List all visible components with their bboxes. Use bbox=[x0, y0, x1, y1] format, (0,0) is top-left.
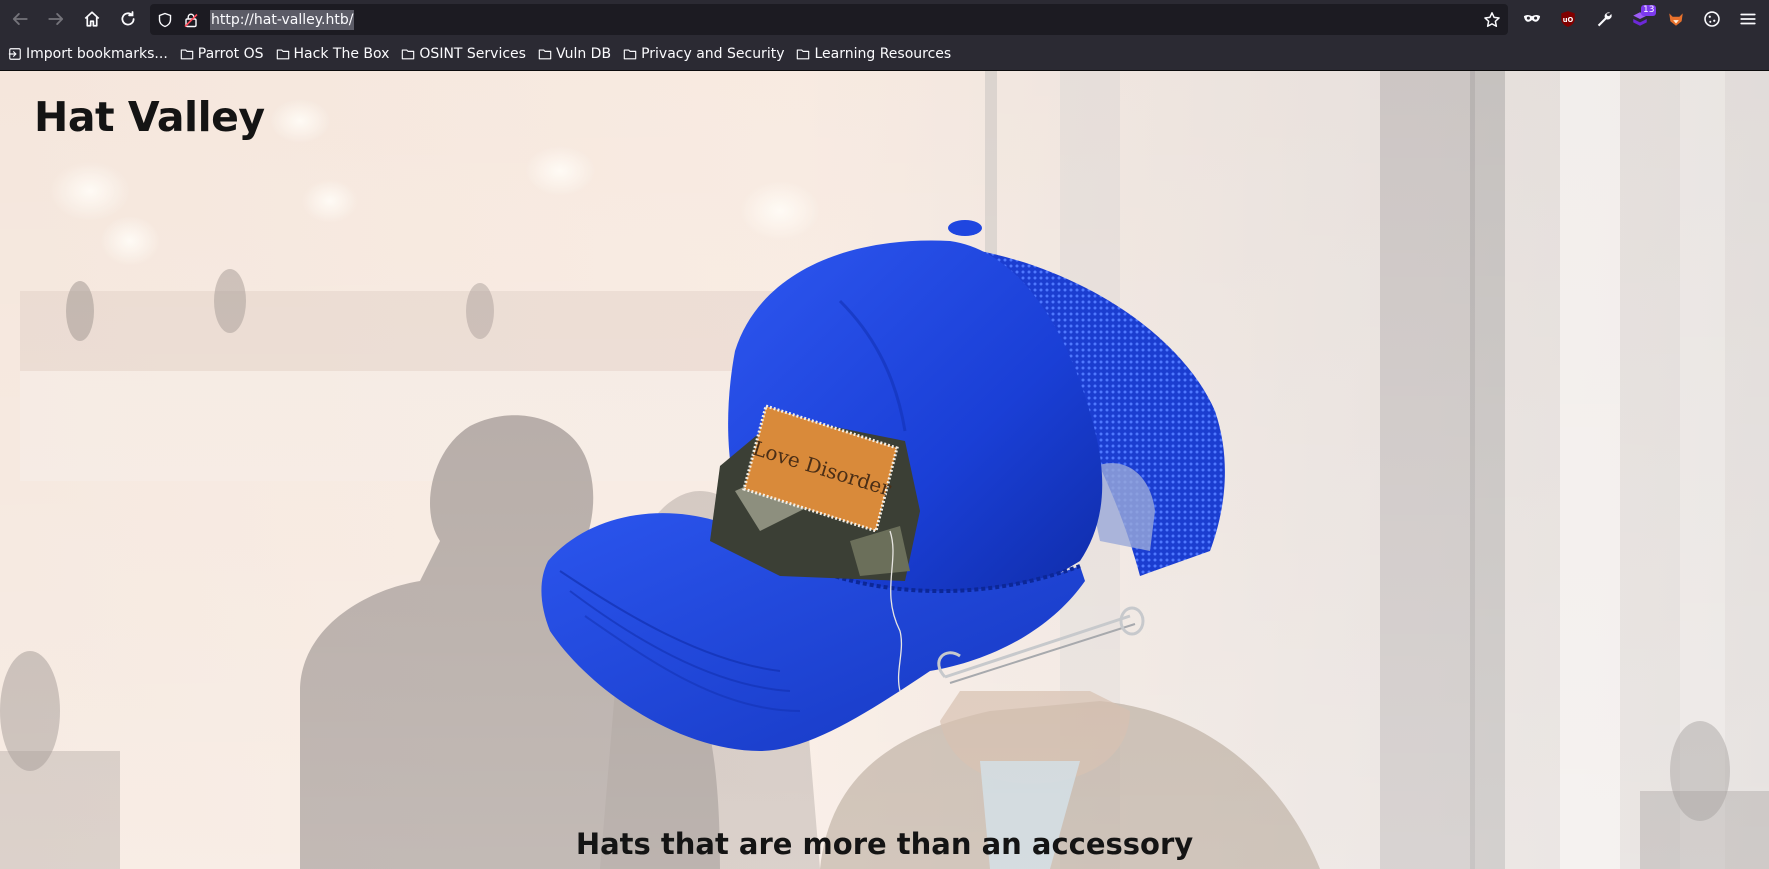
folder-icon bbox=[276, 49, 289, 60]
hero-tagline: Hats that are more than an accessory bbox=[575, 827, 1194, 861]
site-title: Hat Valley bbox=[34, 93, 265, 141]
home-button[interactable] bbox=[74, 0, 110, 38]
wrench-icon bbox=[1597, 12, 1612, 27]
site-security-button[interactable] bbox=[178, 4, 204, 35]
foxyproxy-icon bbox=[1669, 13, 1683, 26]
forward-arrow-icon bbox=[48, 13, 64, 25]
wappalyzer-extension[interactable]: 13 bbox=[1622, 0, 1658, 38]
folder-icon bbox=[180, 49, 194, 60]
star-icon bbox=[1484, 12, 1500, 28]
page-viewport: Love Disorder Hat Valley Hats that are m… bbox=[0, 71, 1769, 869]
bookmark-star-button[interactable] bbox=[1482, 10, 1502, 30]
bookmark-folder-learning-resources[interactable]: Learning Resources bbox=[796, 41, 951, 67]
back-button[interactable] bbox=[2, 0, 38, 38]
bookmark-folder-privacy-and-security[interactable]: Privacy and Security bbox=[623, 41, 784, 67]
reload-button[interactable] bbox=[110, 0, 146, 38]
reload-icon bbox=[121, 11, 135, 26]
cap-product-image: Love Disorder bbox=[541, 220, 1225, 751]
bookmark-folder-osint-services[interactable]: OSINT Services bbox=[401, 41, 526, 67]
extension-badge: 13 bbox=[1641, 5, 1657, 16]
ublock-extension[interactable]: uO bbox=[1550, 0, 1586, 38]
ublock-icon: uO bbox=[1561, 11, 1575, 27]
folder-icon bbox=[538, 49, 552, 60]
bookmark-label: OSINT Services bbox=[419, 46, 526, 62]
foxyproxy-extension[interactable] bbox=[1658, 0, 1694, 38]
bookmark-folder-vuln-db[interactable]: Vuln DB bbox=[538, 41, 611, 67]
bookmark-folder-parrot-os[interactable]: Parrot OS bbox=[180, 41, 264, 67]
cookie-icon bbox=[1704, 11, 1720, 27]
bookmark-label: Hack The Box bbox=[293, 46, 390, 62]
folder-icon bbox=[623, 49, 637, 60]
cookie-extension[interactable] bbox=[1694, 0, 1730, 38]
forward-button[interactable] bbox=[38, 0, 74, 38]
bookmark-folder-hack-the-box[interactable]: Hack The Box bbox=[276, 41, 390, 67]
back-arrow-icon bbox=[12, 13, 28, 25]
shield-icon bbox=[158, 12, 172, 27]
folder-icon bbox=[402, 49, 415, 60]
mask-icon bbox=[1523, 14, 1541, 22]
bookmark-label: Privacy and Security bbox=[641, 46, 785, 62]
devtools-extension[interactable] bbox=[1586, 0, 1622, 38]
browser-toolbar: http://hat-valley.htb/ uO 13 bbox=[0, 0, 1769, 38]
import-icon bbox=[8, 48, 21, 60]
bookmark-import[interactable]: Import bookmarks... bbox=[8, 41, 168, 67]
lock-icon bbox=[184, 13, 198, 27]
home-icon bbox=[84, 11, 100, 27]
svg-text:uO: uO bbox=[1563, 16, 1574, 24]
app-menu-button[interactable] bbox=[1730, 0, 1766, 38]
url-text[interactable]: http://hat-valley.htb/ bbox=[210, 9, 355, 30]
bookmark-label: Learning Resources bbox=[814, 46, 952, 62]
tracking-protection-button[interactable] bbox=[152, 4, 178, 35]
private-mask-extension[interactable] bbox=[1514, 0, 1550, 38]
bookmark-label: Vuln DB bbox=[555, 46, 612, 62]
url-bar[interactable]: http://hat-valley.htb/ bbox=[150, 4, 1508, 35]
bookmark-label: Import bookmarks... bbox=[26, 46, 168, 62]
folder-icon bbox=[797, 49, 810, 60]
bookmark-label: Parrot OS bbox=[197, 46, 264, 62]
bookmarks-bar: Import bookmarks... Parrot OS Hack The B… bbox=[0, 38, 1769, 71]
hamburger-menu-icon bbox=[1740, 13, 1756, 25]
